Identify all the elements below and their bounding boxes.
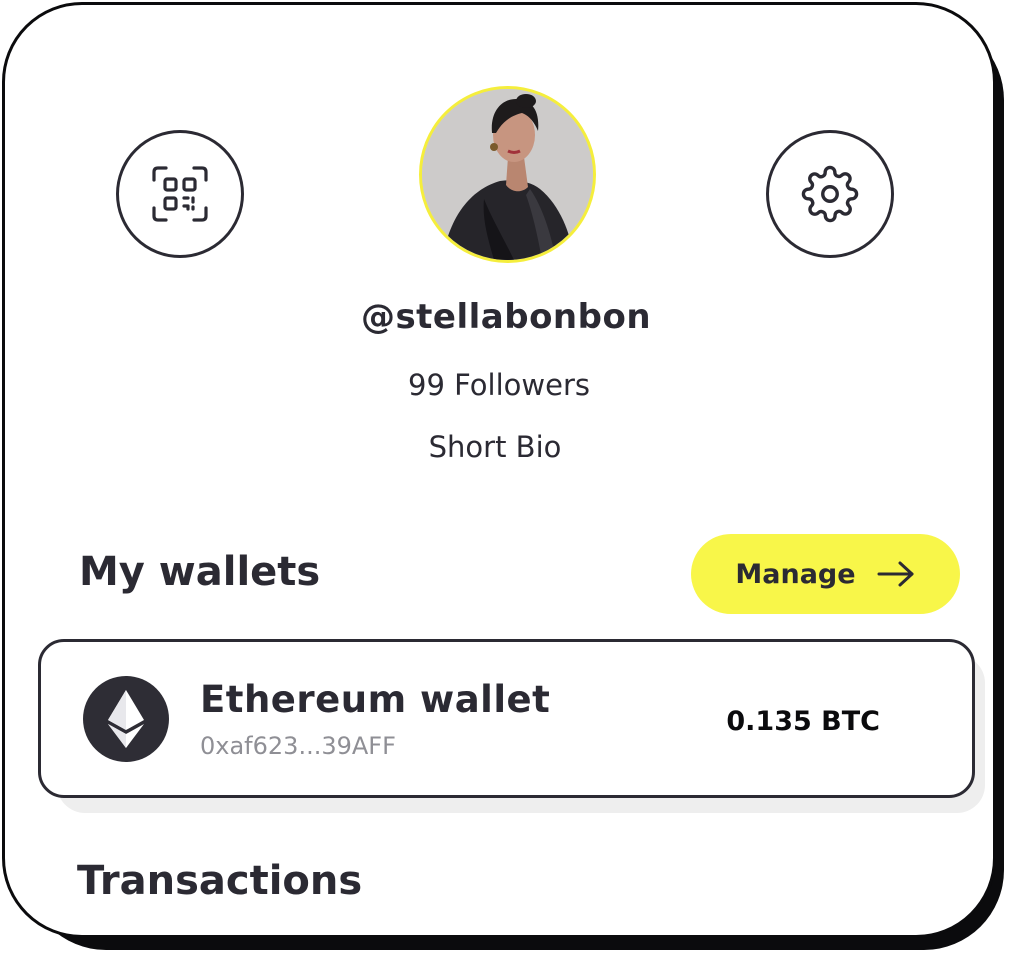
wallet-address: 0xaf623...39AFF [200,732,396,760]
profile-handle: @stellabonbon [360,297,652,337]
settings-button[interactable] [766,130,894,258]
manage-wallets-button[interactable]: Manage [691,534,960,614]
wallet-item-ethereum[interactable]: Ethereum wallet 0xaf623...39AFF 0.135 BT… [38,639,975,798]
wallet-name: Ethereum wallet [200,678,551,721]
manage-button-label: Manage [735,558,856,590]
gear-icon [801,165,859,223]
profile-bio: Short Bio [428,430,562,464]
arrow-right-icon [877,561,914,587]
wallets-section-title: My wallets [79,549,321,595]
wallet-balance: 0.135 BTC [726,706,880,737]
qr-scan-icon [152,166,208,222]
transactions-section-title: Transactions [77,858,363,904]
followers-count[interactable]: 99 Followers [5,368,993,402]
profile-card: @stellabonbon 99 Followers Short Bio My … [2,2,996,938]
ethereum-icon [83,676,169,762]
avatar[interactable] [419,86,596,263]
qr-code-button[interactable] [116,130,244,258]
